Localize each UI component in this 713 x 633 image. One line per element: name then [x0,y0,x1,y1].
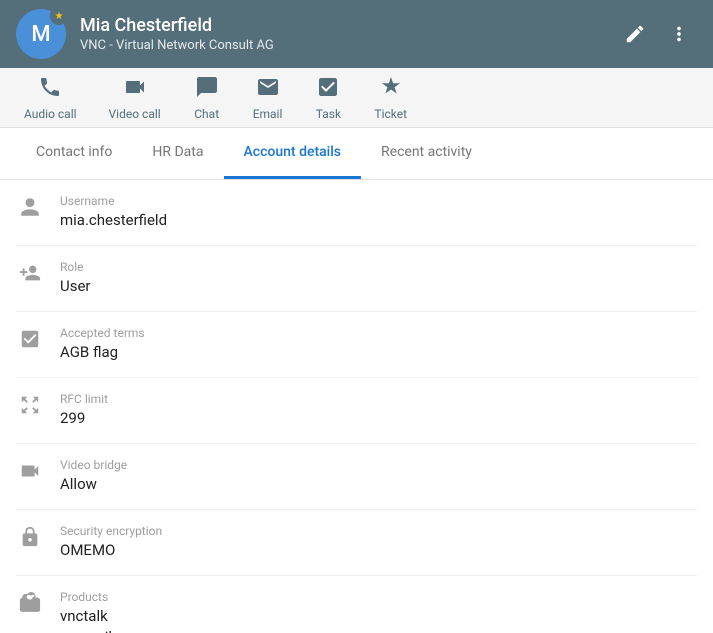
accepted-terms-field-row: Accepted terms AGB flag [16,312,697,378]
rfc-limit-field-row: RFC limit 299 [16,378,697,444]
header-actions [617,16,697,52]
videocam-icon [123,75,147,105]
security-encryption-label: Security encryption [60,524,697,538]
chat-icon [195,75,219,105]
toolbar-email[interactable]: Email [237,67,299,129]
accepted-terms-value: AGB flag [60,342,697,363]
rfc-limit-label: RFC limit [60,392,697,406]
video-bridge-content: Video bridge Allow [60,458,697,495]
accepted-terms-content: Accepted terms AGB flag [60,326,697,363]
products-field-row: Products vnctalk vncmail vnctask vncproj… [16,576,697,633]
username-value: mia.chesterfield [60,210,697,231]
tab-hr-data[interactable]: HR Data [132,128,223,179]
chat-label: Chat [194,107,219,121]
audio-call-label: Audio call [24,107,77,121]
role-content: Role User [60,260,697,297]
ticket-icon [379,75,403,105]
edit-icon [624,23,646,45]
toolbar-task[interactable]: Task [298,67,358,129]
contact-company: VNC - Virtual Network Consult AG [80,38,617,53]
products-label: Products [60,590,697,604]
username-content: Username mia.chesterfield [60,194,697,231]
role-icon [16,260,44,284]
expand-icon [16,392,44,416]
role-field-row: Role User [16,246,697,312]
username-field-row: Username mia.chesterfield [16,180,697,246]
product-vnctalk: vnctalk [60,606,697,627]
security-encryption-value: OMEMO [60,540,697,561]
contact-name: Mia Chesterfield [80,15,617,36]
edit-button[interactable] [617,16,653,52]
email-label: Email [253,107,283,121]
person-icon [16,194,44,218]
avatar-initial: M [31,22,50,47]
video-call-label: Video call [109,107,161,121]
product-vncmail: vncmail [60,627,697,633]
products-value: vnctalk vncmail vnctask vncproject vncca… [60,606,697,633]
security-encryption-content: Security encryption OMEMO [60,524,697,561]
video-bridge-label: Video bridge [60,458,697,472]
more-icon [668,23,690,45]
products-content: Products vnctalk vncmail vnctask vncproj… [60,590,697,633]
video-bridge-field-row: Video bridge Allow [16,444,697,510]
header: M ★ Mia Chesterfield VNC - Virtual Netwo… [0,0,713,68]
security-encryption-field-row: Security encryption OMEMO [16,510,697,576]
tab-contact-info[interactable]: Contact info [16,128,132,179]
tab-account-details[interactable]: Account details [224,128,362,179]
email-icon [256,75,280,105]
tabs: Contact info HR Data Account details Rec… [0,128,713,180]
toolbar-audio-call[interactable]: Audio call [8,67,93,129]
role-label: Role [60,260,697,274]
username-label: Username [60,194,697,208]
videocam-field-icon [16,458,44,482]
role-value: User [60,276,697,297]
rfc-limit-content: RFC limit 299 [60,392,697,429]
phone-icon [38,75,62,105]
avatar: M ★ [16,9,66,59]
video-bridge-value: Allow [60,474,697,495]
toolbar-video-call[interactable]: Video call [93,67,177,129]
toolbar-ticket[interactable]: Ticket [358,67,423,129]
account-details-content: Username mia.chesterfield Role User Acce… [0,180,713,633]
accepted-terms-label: Accepted terms [60,326,697,340]
task-label: Task [316,107,341,121]
header-info: Mia Chesterfield VNC - Virtual Network C… [80,15,617,53]
lock-icon [16,524,44,548]
task-icon [316,75,340,105]
more-button[interactable] [661,16,697,52]
toolbar: Audio call Video call Chat Email Task Ti… [0,68,713,128]
checkbox-icon [16,326,44,350]
avatar-badge: ★ [50,7,68,25]
rfc-limit-value: 299 [60,408,697,429]
tab-recent-activity[interactable]: Recent activity [361,128,492,179]
briefcase-icon [16,590,44,614]
toolbar-chat[interactable]: Chat [177,67,237,129]
ticket-label: Ticket [374,107,407,121]
